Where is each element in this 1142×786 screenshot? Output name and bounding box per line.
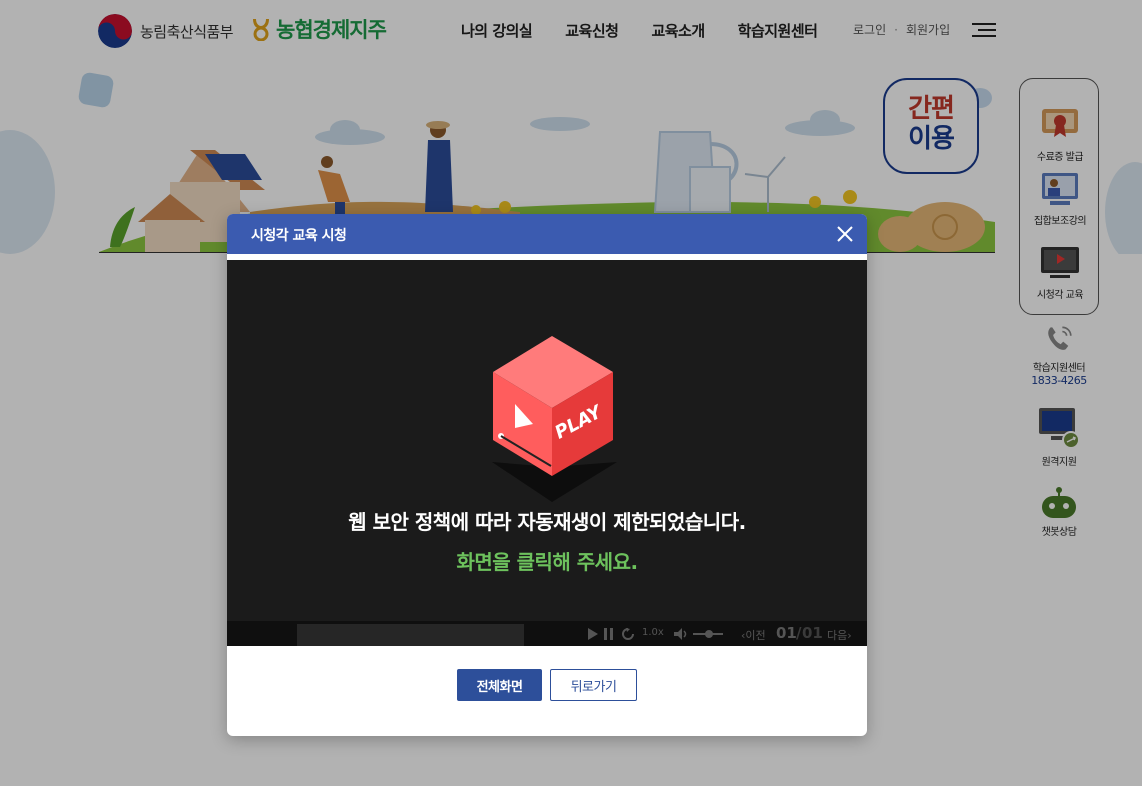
autoplay-notice: 웹 보안 정책에 따라 자동재생이 제한되었습니다.	[348, 510, 746, 534]
fullscreen-button[interactable]: 전체화면	[457, 669, 542, 701]
playback-speed[interactable]: 1.0x	[642, 627, 664, 638]
volume-slider[interactable]	[693, 630, 723, 638]
replay-icon[interactable]	[622, 628, 634, 640]
total-pages: 01	[802, 624, 823, 642]
modal-title: 시청각 교육 시청	[251, 228, 347, 244]
next-page-button[interactable]: 다음›	[827, 627, 852, 643]
current-page: 01	[776, 624, 797, 642]
volume-icon[interactable]	[674, 628, 688, 640]
back-button[interactable]: 뒤로가기	[550, 669, 637, 701]
video-player[interactable]: PLAY 웹 보안 정책에 따라 자동재생이 제한되었습니다. 화면을 클릭해 …	[227, 260, 867, 646]
pause-icon[interactable]	[604, 628, 614, 640]
play-icon[interactable]	[588, 628, 598, 640]
close-icon[interactable]	[835, 224, 855, 244]
page-separator: /	[796, 624, 802, 642]
click-prompt: 화면을 클릭해 주세요.	[456, 550, 638, 574]
player-controls: 1.0x ‹이전 01 / 01 다음›	[227, 621, 867, 646]
video-modal: 시청각 교육 시청 PLAY 웹 보안 정책에 따라 자동재생이 제한되었습니다…	[227, 214, 867, 736]
play-cube-icon: PLAY	[492, 336, 617, 502]
volume-knob[interactable]	[705, 630, 713, 638]
modal-header: 시청각 교육 시청	[227, 214, 867, 254]
prev-page-button[interactable]: ‹이전	[741, 627, 766, 643]
progress-bar[interactable]	[297, 624, 524, 646]
